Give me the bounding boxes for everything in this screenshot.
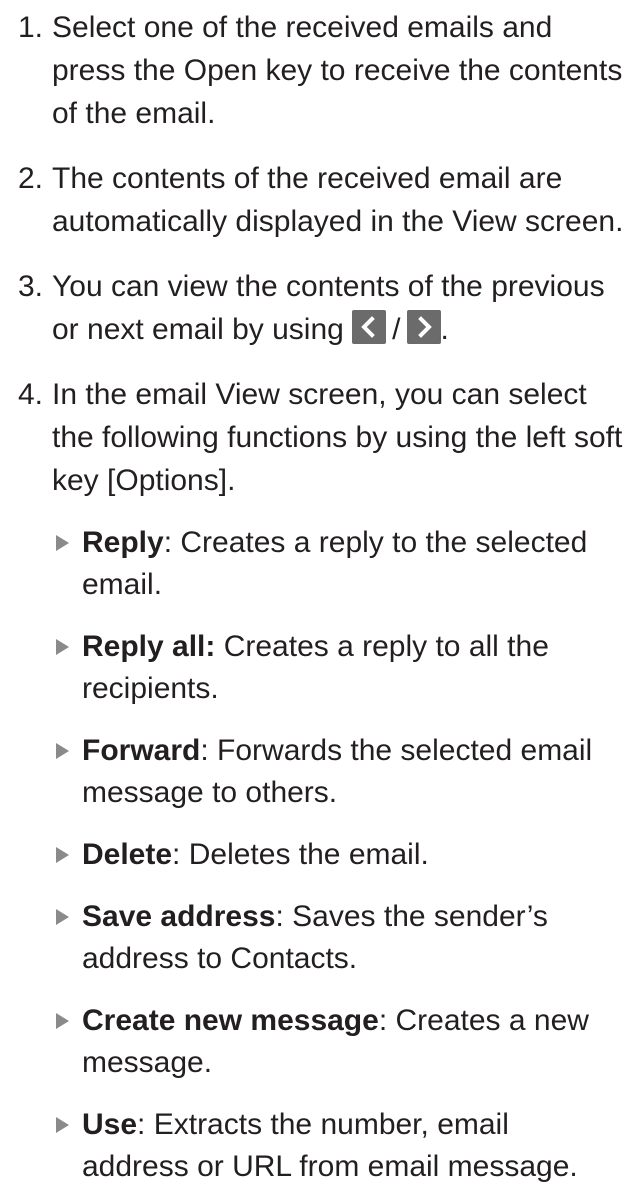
option-desc: Extracts the number, email address or UR… [82, 1108, 578, 1183]
option-term: Use [82, 1108, 138, 1141]
step-number: 2. [18, 162, 44, 195]
step-text: Select one of the received emails and pr… [52, 11, 623, 130]
option-term: Forward [82, 734, 201, 767]
step-text: You can view the contents of the previou… [52, 270, 605, 346]
icon-separator: / [392, 313, 401, 346]
bullet-triangle-icon [56, 909, 69, 925]
option-desc: Deletes the email. [180, 838, 429, 871]
option-reply: Reply: Creates a reply to the selected e… [0, 522, 633, 606]
option-use: Use: Extracts the number, email address … [0, 1104, 633, 1188]
step-number: 4. [18, 378, 44, 411]
step-text-end: . [440, 313, 449, 346]
bullet-triangle-icon [56, 1117, 69, 1133]
option-delete: Delete: Deletes the email. [0, 834, 633, 876]
step-number: 1. [18, 11, 44, 44]
option-sep: : [378, 1004, 388, 1037]
option-save-address: Save address: Saves the sender’s address… [0, 896, 633, 980]
step-1: 1. Select one of the received emails and… [0, 6, 633, 135]
option-term: Delete [82, 838, 173, 871]
option-sep: : [163, 526, 173, 559]
step-4: 4. In the email View screen, you can sel… [0, 373, 633, 502]
bullet-triangle-icon [56, 1013, 69, 1029]
option-sep: : [200, 734, 209, 767]
bullet-triangle-icon [56, 535, 69, 551]
step-text: The contents of the received email are a… [52, 162, 624, 238]
option-sep: : [275, 900, 284, 933]
option-forward: Forward: Forwards the selected email mes… [0, 730, 633, 814]
option-term: Reply all: [82, 630, 216, 663]
bullet-triangle-icon [56, 847, 69, 863]
option-create-new-message: Create new message: Creates a new messag… [0, 1000, 633, 1084]
bullet-triangle-icon [56, 639, 69, 655]
step-2: 2. The contents of the received email ar… [0, 157, 633, 243]
manual-page: 1. Select one of the received emails and… [0, 0, 633, 1187]
chevron-right-icon [406, 310, 441, 344]
option-reply-all: Reply all: Creates a reply to all the re… [0, 626, 633, 710]
step-number: 3. [18, 270, 44, 303]
step-3: 3. You can view the contents of the prev… [0, 265, 633, 351]
option-term: Create new message [82, 1004, 379, 1037]
bullet-triangle-icon [56, 743, 69, 759]
option-term: Reply [82, 526, 164, 559]
option-term: Save address [82, 900, 276, 933]
step-text: In the email View screen, you can select… [52, 378, 623, 497]
chevron-left-icon [352, 310, 387, 344]
options-list: Reply: Creates a reply to the selected e… [0, 522, 633, 1188]
